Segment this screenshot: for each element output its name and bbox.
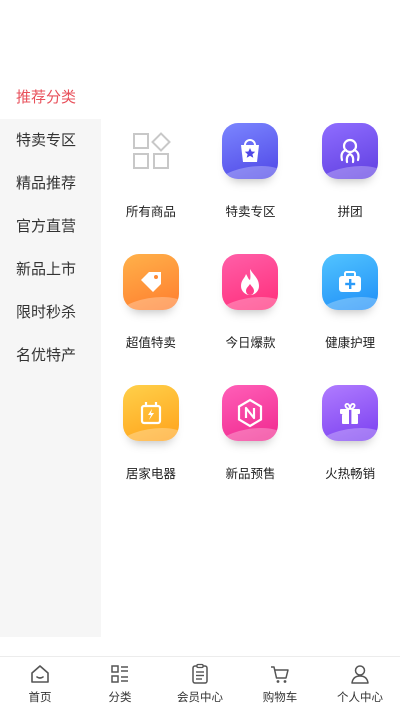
grid-item-label: 新品预售 bbox=[225, 466, 276, 481]
category-icon bbox=[111, 665, 128, 683]
gift-icon bbox=[322, 385, 379, 441]
sidebar-item-official[interactable]: 官方直营 bbox=[0, 205, 101, 248]
grid-item-label: 特卖专区 bbox=[225, 204, 276, 219]
tab-label: 分类 bbox=[108, 690, 132, 704]
grid-item-label: 超值特卖 bbox=[125, 335, 176, 350]
grid-item-label: 火热畅销 bbox=[325, 466, 376, 481]
sidebar-item-specialty[interactable]: 名优特产 bbox=[0, 334, 101, 377]
grid-item-home-appliance[interactable]: 居家电器 bbox=[101, 380, 201, 511]
grid-item-value-sale[interactable]: 超值特卖 bbox=[101, 249, 201, 380]
bottom-tab-bar: 首页 分类 会员中心 购物车 个人中心 bbox=[0, 656, 400, 711]
grid-item-label: 健康护理 bbox=[325, 335, 376, 350]
grid-item-label: 居家电器 bbox=[125, 466, 176, 481]
tab-label: 购物车 bbox=[262, 690, 298, 704]
sidebar-item-new-arrivals[interactable]: 新品上市 bbox=[0, 248, 101, 291]
grid-item-label: 拼团 bbox=[337, 204, 363, 219]
all-products-icon bbox=[123, 123, 179, 179]
flame-icon bbox=[222, 254, 279, 310]
grid-item-health-care[interactable]: 健康护理 bbox=[300, 249, 400, 380]
sidebar-item-featured[interactable]: 精品推荐 bbox=[0, 162, 101, 205]
category-grid: 所有商品 特卖专区 拼团 超值特卖 今日爆款 健康护理 居家电器 新品预售 火热… bbox=[101, 118, 400, 511]
appliance-icon bbox=[122, 385, 179, 441]
member-icon bbox=[192, 663, 208, 684]
group-buy-icon bbox=[322, 123, 379, 179]
grid-item-label: 所有商品 bbox=[125, 204, 176, 219]
new-badge-icon bbox=[222, 385, 279, 441]
tab-label: 个人中心 bbox=[337, 690, 383, 704]
grid-item-hot-today[interactable]: 今日爆款 bbox=[201, 249, 301, 380]
profile-icon bbox=[351, 665, 369, 684]
tab-member-center[interactable]: 会员中心 bbox=[160, 657, 240, 711]
tab-cart[interactable]: 购物车 bbox=[240, 657, 320, 711]
sidebar-item-special-sale[interactable]: 特卖专区 bbox=[0, 119, 101, 162]
medical-kit-icon bbox=[322, 254, 379, 310]
tab-home[interactable]: 首页 bbox=[0, 657, 80, 711]
grid-item-group-buy[interactable]: 拼团 bbox=[300, 118, 400, 249]
cart-icon bbox=[271, 666, 289, 683]
grid-item-best-seller[interactable]: 火热畅销 bbox=[300, 380, 400, 511]
tab-profile[interactable]: 个人中心 bbox=[320, 657, 400, 711]
grid-item-special-sale[interactable]: 特卖专区 bbox=[201, 118, 301, 249]
tab-label: 会员中心 bbox=[177, 690, 223, 704]
sidebar-item-recommended[interactable]: 推荐分类 bbox=[0, 76, 101, 119]
tab-category[interactable]: 分类 bbox=[80, 657, 160, 711]
category-sidebar: 推荐分类 特卖专区 精品推荐 官方直营 新品上市 限时秒杀 名优特产 bbox=[0, 76, 101, 656]
shopping-bag-star-icon bbox=[222, 123, 279, 179]
grid-item-presale[interactable]: 新品预售 bbox=[201, 380, 301, 511]
grid-item-all-products[interactable]: 所有商品 bbox=[101, 118, 201, 249]
sidebar-filler bbox=[0, 377, 101, 637]
sidebar-item-flash-sale[interactable]: 限时秒杀 bbox=[0, 291, 101, 334]
home-icon bbox=[31, 665, 49, 683]
tab-label: 首页 bbox=[28, 690, 52, 704]
price-tag-icon bbox=[122, 254, 179, 310]
grid-item-label: 今日爆款 bbox=[225, 335, 276, 350]
